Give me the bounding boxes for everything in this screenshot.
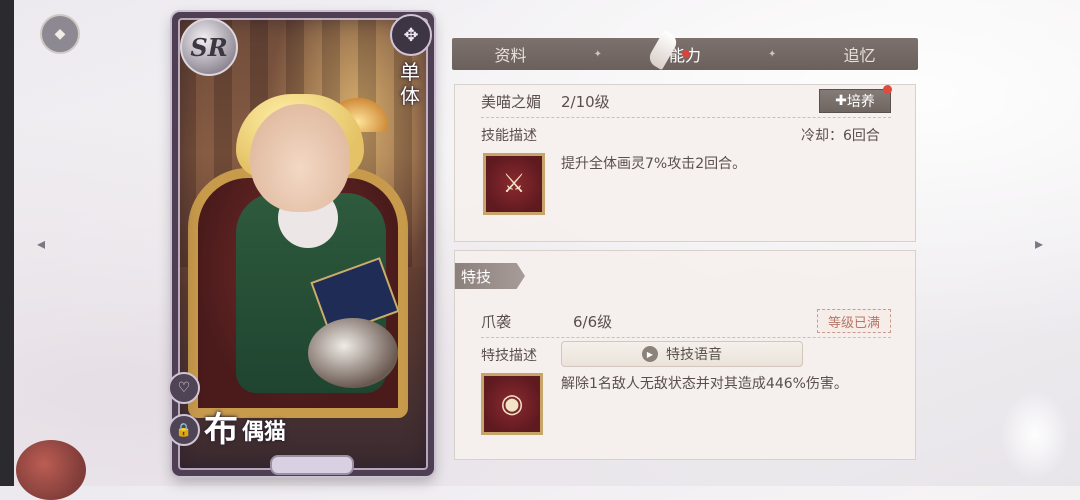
- special-voice-button[interactable]: ▶ 特技语音: [561, 341, 803, 367]
- voice-label: 特技语音: [666, 347, 722, 363]
- skill-desc-label: 技能描述: [481, 128, 537, 144]
- butterfly-decoration: [1000, 390, 1070, 480]
- cultivate-label: 培养: [846, 94, 875, 110]
- card-ornament: [270, 455, 354, 475]
- character-name-sub: 偶猫: [242, 419, 287, 445]
- art-head: [250, 104, 350, 212]
- level-maxed-badge: 等级已满: [817, 309, 891, 333]
- special-description: 解除1名敌人无敌状态并对其造成446%伤害。: [561, 376, 848, 392]
- skill-panel: 美喵之媚 2/10级 ✚ 培养 技能描述 冷却：6回合 ⚔ 提升全体画灵7%攻击…: [454, 84, 916, 242]
- notification-dot: [682, 50, 690, 58]
- play-icon: ▶: [642, 346, 658, 362]
- heart-icon[interactable]: ♡: [168, 372, 200, 404]
- type-label: 单体: [400, 60, 420, 108]
- target-icon: ✥: [390, 14, 432, 56]
- character-name-main: 布: [204, 410, 238, 450]
- special-section-tag: 特技: [455, 263, 525, 289]
- special-level: 6/6级: [573, 313, 613, 331]
- special-desc-label: 特技描述: [481, 348, 537, 364]
- skill-name: 美喵之媚: [481, 93, 542, 111]
- skill-cooldown: 冷却：6回合: [801, 128, 880, 144]
- notification-dot: [883, 85, 892, 94]
- cultivate-button[interactable]: ✚ 培养: [819, 89, 891, 113]
- tab-profile[interactable]: 资料: [477, 42, 545, 66]
- tab-separator: ✦: [593, 48, 602, 60]
- arrow-right-icon[interactable]: ▸: [1028, 232, 1050, 254]
- special-panel: 特技 爪袭 6/6级 等级已满 特技描述 ▶ 特技语音 ◉ 解除1名敌人无敌状态…: [454, 250, 916, 460]
- art-cat: [308, 318, 398, 388]
- left-edge-strip: [0, 0, 14, 486]
- special-name: 爪袭: [481, 313, 512, 331]
- rarity-badge: SR: [180, 18, 238, 76]
- skill-description: 提升全体画灵7%攻击2回合。: [561, 156, 747, 172]
- divider: [481, 337, 891, 338]
- lock-icon[interactable]: 🔒: [168, 414, 200, 446]
- rose-decoration: [16, 440, 86, 500]
- tab-memories[interactable]: 追忆: [825, 42, 893, 66]
- orb-rings-icon[interactable]: ◉: [481, 373, 543, 435]
- back-icon[interactable]: ◆: [40, 14, 80, 54]
- arrow-left-icon[interactable]: ◂: [30, 232, 52, 254]
- plus-icon: ✚: [835, 93, 847, 109]
- divider: [481, 117, 891, 118]
- tab-separator: ✦: [768, 48, 777, 60]
- skill-level: 2/10级: [561, 93, 610, 111]
- crossed-weapons-icon[interactable]: ⚔: [483, 153, 545, 215]
